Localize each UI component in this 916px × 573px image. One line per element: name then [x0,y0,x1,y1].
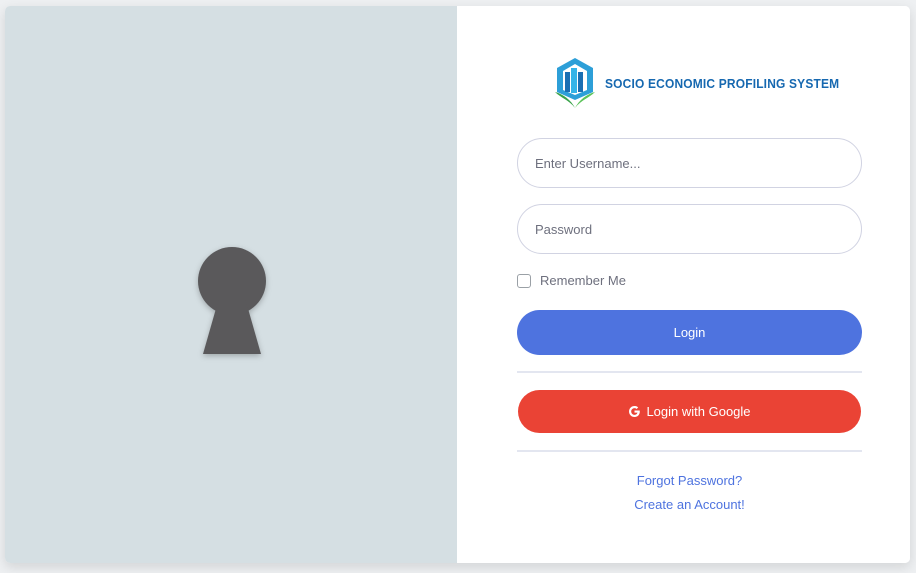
keyhole-icon [198,247,266,354]
password-input[interactable] [517,204,862,254]
google-g-icon [629,405,641,418]
login-button-label: Login [673,325,706,340]
create-account-link[interactable]: Create an Account! [517,497,862,512]
username-input[interactable] [517,138,862,188]
brand-title: SOCIO ECONOMIC PROFILING SYSTEM [605,75,840,91]
forgot-password-link[interactable]: Forgot Password? [517,473,862,488]
google-login-label: Login with Google [646,404,751,419]
remember-me-label: Remember Me [540,273,626,288]
building-hands-logo-icon [555,58,595,108]
divider [517,371,862,373]
form-panel: SOCIO ECONOMIC PROFILING SYSTEM Remember… [457,6,910,563]
divider [517,450,862,452]
remember-me-checkbox-row[interactable]: Remember Me [517,273,626,288]
brand-header: SOCIO ECONOMIC PROFILING SYSTEM [553,56,860,110]
login-card: SOCIO ECONOMIC PROFILING SYSTEM Remember… [5,6,910,563]
remember-me-checkbox[interactable] [517,273,531,288]
google-login-button[interactable]: Login with Google [518,390,861,433]
image-panel [5,6,457,563]
login-button[interactable]: Login [517,310,862,355]
